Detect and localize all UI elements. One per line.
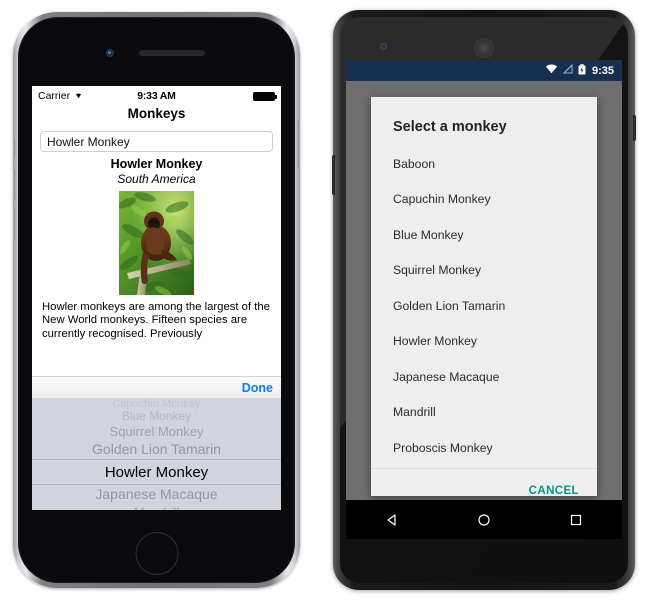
back-triangle-icon[interactable] [384, 512, 400, 528]
iphone-earpiece-speaker [138, 50, 205, 56]
dialog-list-item[interactable]: Proboscis Monkey [393, 430, 575, 466]
dialog-list-item[interactable]: Howler Monkey [393, 324, 575, 360]
monkey-detail: Howler Monkey South America [40, 152, 273, 295]
iphone-front-camera [106, 49, 114, 57]
iphone-screen: Carrier 9:33 AM Monkeys Howler Monkey Ho… [32, 86, 281, 510]
dialog-list-item[interactable]: Mandrill [393, 395, 575, 431]
monkey-region: South America [117, 172, 196, 186]
iphone-volume-down-button[interactable] [13, 209, 16, 239]
home-circle-icon[interactable] [476, 512, 492, 528]
picker-row-selected[interactable]: Howler Monkey [32, 459, 281, 485]
dialog-list-item[interactable]: Golden Lion Tamarin [393, 288, 575, 324]
android-clock: 9:35 [591, 64, 614, 77]
monkey-description: Howler monkeys are among the largest of … [42, 301, 270, 340]
monkey-search-input[interactable]: Howler Monkey [40, 131, 273, 152]
dialog-list-item[interactable]: Japanese Macaque [393, 359, 575, 395]
signal-icon [562, 63, 573, 77]
android-volume-button[interactable] [332, 155, 335, 195]
picker-row[interactable]: Mandrill [32, 504, 281, 510]
dialog-item-list: Baboon Capuchin Monkey Blue Monkey Squir… [371, 146, 597, 466]
android-content-scrim: Select a monkey Baboon Capuchin Monkey B… [346, 81, 622, 500]
ios-navigation-bar: Monkeys [32, 106, 281, 128]
ios-picker-container: Done Capuchin Monkey Blue Monkey Squirre… [32, 376, 281, 510]
android-power-button[interactable] [633, 115, 636, 141]
android-status-bar: 9:35 [346, 60, 622, 81]
battery-charging-icon [578, 63, 586, 78]
dialog-list-item[interactable]: Blue Monkey [393, 217, 575, 253]
iphone-device: Carrier 9:33 AM Monkeys Howler Monkey Ho… [13, 12, 300, 588]
monkey-search-input-value: Howler Monkey [47, 134, 130, 149]
iphone-ring-switch[interactable] [13, 140, 16, 156]
dialog-list-item[interactable]: Baboon [393, 146, 575, 182]
cancel-button[interactable]: CANCEL [529, 485, 579, 497]
page-title: Monkeys [127, 106, 186, 121]
ios-status-bar: Carrier 9:33 AM [32, 86, 281, 106]
dialog-actions: CANCEL [371, 469, 597, 513]
wifi-icon [545, 64, 558, 77]
iphone-power-button[interactable] [297, 120, 300, 168]
screenshot-root: Carrier 9:33 AM Monkeys Howler Monkey Ho… [0, 0, 648, 600]
iphone-volume-up-button[interactable] [13, 170, 16, 200]
picker-row[interactable]: Japanese Macaque [32, 485, 281, 504]
dialog-list-item[interactable]: Squirrel Monkey [393, 253, 575, 289]
ios-content: Howler Monkey Howler Monkey South Americ… [32, 128, 281, 341]
battery-full-icon [253, 91, 277, 101]
android-screen: 9:35 Select a monkey Baboon Capuchin Mon… [346, 60, 622, 539]
iphone-home-button[interactable] [135, 532, 178, 575]
android-status-icons [545, 63, 586, 78]
android-sensors [565, 47, 591, 51]
recents-square-icon[interactable] [568, 512, 584, 528]
picker-accessory-bar: Done [32, 376, 281, 398]
done-button[interactable]: Done [242, 381, 273, 395]
howler-monkey-photo [119, 191, 194, 295]
dialog-list-item[interactable]: Capuchin Monkey [393, 182, 575, 218]
android-front-camera [380, 43, 387, 50]
picker-row[interactable]: Squirrel Monkey [32, 423, 281, 440]
picker-row[interactable]: Golden Lion Tamarin [32, 440, 281, 459]
dialog-title: Select a monkey [393, 119, 507, 135]
android-device: 9:35 Select a monkey Baboon Capuchin Mon… [332, 10, 636, 590]
monkey-select-dialog: Select a monkey Baboon Capuchin Monkey B… [371, 97, 597, 497]
picker-row[interactable]: Blue Monkey [32, 410, 281, 423]
monkey-picker-wheel[interactable]: Capuchin Monkey Blue Monkey Squirrel Mon… [32, 398, 281, 510]
monkey-name: Howler Monkey [110, 157, 203, 171]
android-earpiece-speaker [474, 38, 494, 58]
ios-clock: 9:33 AM [137, 90, 176, 102]
